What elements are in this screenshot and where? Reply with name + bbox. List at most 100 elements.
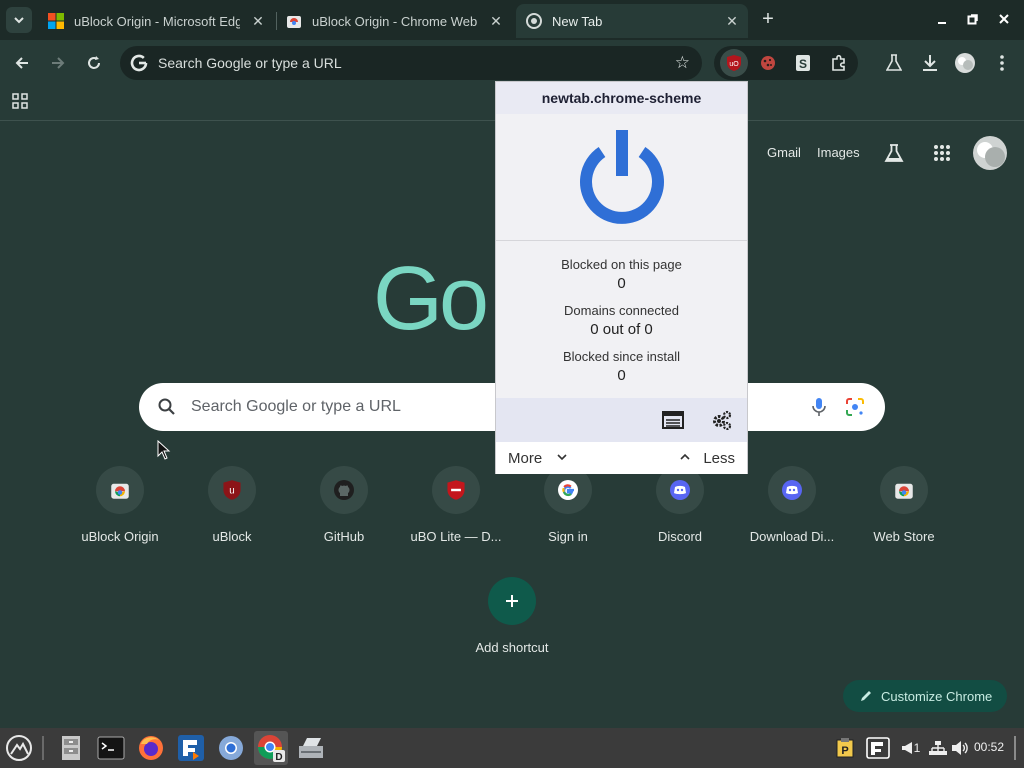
volume-tray[interactable] [950,738,970,758]
new-tab-button[interactable]: + [756,8,780,32]
workspace-number[interactable]: 1 [911,738,923,758]
chrome-menu-button[interactable] [991,52,1013,74]
close-window-button[interactable] [992,8,1016,32]
reload-icon [88,56,100,69]
shortcut-icon-bg [432,466,480,514]
stylus-s-icon: S [796,55,810,71]
blocked-install-value: 0 [617,367,626,384]
add-shortcut-button[interactable]: Add shortcut [456,577,568,667]
close-icon[interactable]: ✕ [250,13,266,29]
back-arrow-icon [15,57,28,69]
reload-button[interactable] [81,50,107,76]
start-menu-button[interactable] [2,731,36,765]
google-lens-icon[interactable] [845,397,865,417]
terminal-app[interactable] [94,731,128,765]
profile-button[interactable] [954,52,976,74]
kebab-menu-icon [1000,55,1004,71]
microsoft-logo-icon [48,13,64,29]
s-extension-button[interactable]: S [793,53,813,73]
file-cabinet-icon [62,736,80,760]
popup-hostname: newtab.chrome-scheme [496,82,747,114]
chrome-web-store-icon [111,483,129,499]
popup-separator [496,240,747,241]
account-avatar[interactable] [973,136,1007,170]
google-apps-icon[interactable] [933,144,951,162]
labs-flask-icon[interactable] [884,143,904,163]
shortcut-icon-bg [96,466,144,514]
tab-chrome-web-store[interactable]: uBlock Origin - Chrome Web Store ✕ [276,4,512,38]
svg-text:S: S [799,57,807,71]
customize-chrome-button[interactable]: Customize Chrome [843,680,1007,712]
chevron-down-icon[interactable] [556,451,568,463]
logger-icon[interactable] [662,410,684,430]
shortcut-ublock-origin[interactable]: uBlock Origin [64,466,176,556]
firefox-app[interactable] [134,731,168,765]
less-button[interactable]: Less [703,450,735,467]
cookie-icon [761,56,775,70]
chrome-dev-app[interactable]: D [254,731,288,765]
toolbar: Search Google or type a URL ☆ uO S [0,40,1024,86]
plus-icon [506,595,518,607]
tab-new-tab[interactable]: New Tab ✕ [516,4,748,38]
remote-desktop-tray[interactable] [866,737,890,759]
more-button[interactable]: More [508,450,542,467]
firefox-icon [139,736,163,760]
power-toggle-icon[interactable] [574,126,670,226]
google-logo: Go [373,249,489,349]
download-icon [923,55,937,71]
network-icon [929,741,947,755]
chromium-app[interactable] [214,731,248,765]
cookie-extension-button[interactable] [758,53,778,73]
remote-desktop-app[interactable] [174,731,208,765]
blocked-page-value: 0 [617,275,626,292]
pencil-icon [861,691,871,701]
close-icon[interactable]: ✕ [488,13,504,29]
shortcut-download-discord[interactable]: Download Di... [736,466,848,556]
google-icon [558,480,578,500]
scanner-app[interactable] [294,731,328,765]
github-icon [334,480,354,500]
shortcut-sign-in[interactable]: Sign in [512,466,624,556]
labs-button[interactable] [883,52,905,74]
search-placeholder: Search Google or type a URL [191,398,401,415]
mouse-cursor-icon [157,440,171,460]
tab-edge-addons[interactable]: uBlock Origin - Microsoft Edge Add-ons ✕ [38,4,274,38]
flask-icon [886,54,902,71]
ublock-origin-extension-button[interactable]: uO [720,49,748,77]
apps-grid-icon[interactable] [12,93,28,109]
gmail-link[interactable]: Gmail [767,145,801,160]
shortcut-web-store[interactable]: Web Store [848,466,960,556]
extensions-menu-button[interactable] [829,53,849,73]
clipboard-tray[interactable]: P [835,738,855,758]
images-link[interactable]: Images [817,145,860,160]
forward-button[interactable] [45,50,71,76]
minimize-button[interactable] [930,8,954,32]
shortcut-discord[interactable]: Discord [624,466,736,556]
chrome-icon [526,13,542,29]
add-shortcut-label: Add shortcut [475,640,549,655]
maximize-button[interactable] [961,8,985,32]
tab-title: uBlock Origin - Microsoft Edge Add-ons [74,13,240,29]
show-desktop-button[interactable] [1014,736,1016,760]
chrome-dev-icon: D [258,735,285,763]
chevron-up-icon[interactable] [679,451,691,463]
downloads-button[interactable] [919,52,941,74]
forward-arrow-icon [52,57,65,69]
clock[interactable]: 00:52 [974,740,1004,754]
dashboard-gears-icon[interactable] [711,410,733,430]
close-icon[interactable]: ✕ [724,13,740,29]
svg-text:P: P [841,745,848,757]
address-bar[interactable]: Search Google or type a URL ☆ [120,46,702,80]
shortcut-github[interactable]: GitHub [288,466,400,556]
domains-label: Domains connected [564,303,679,318]
network-tray[interactable] [928,738,948,758]
shortcut-ublock[interactable]: u uBlock [176,466,288,556]
tab-search-button[interactable] [6,7,32,33]
bookmark-star-icon[interactable]: ☆ [675,54,690,72]
close-icon [999,14,1009,24]
shortcut-ubo-lite[interactable]: uBO Lite — D... [400,466,512,556]
microphone-icon[interactable] [811,397,827,417]
file-manager-app[interactable] [54,731,88,765]
chrome-web-store-icon [287,16,301,28]
back-button[interactable] [9,50,35,76]
